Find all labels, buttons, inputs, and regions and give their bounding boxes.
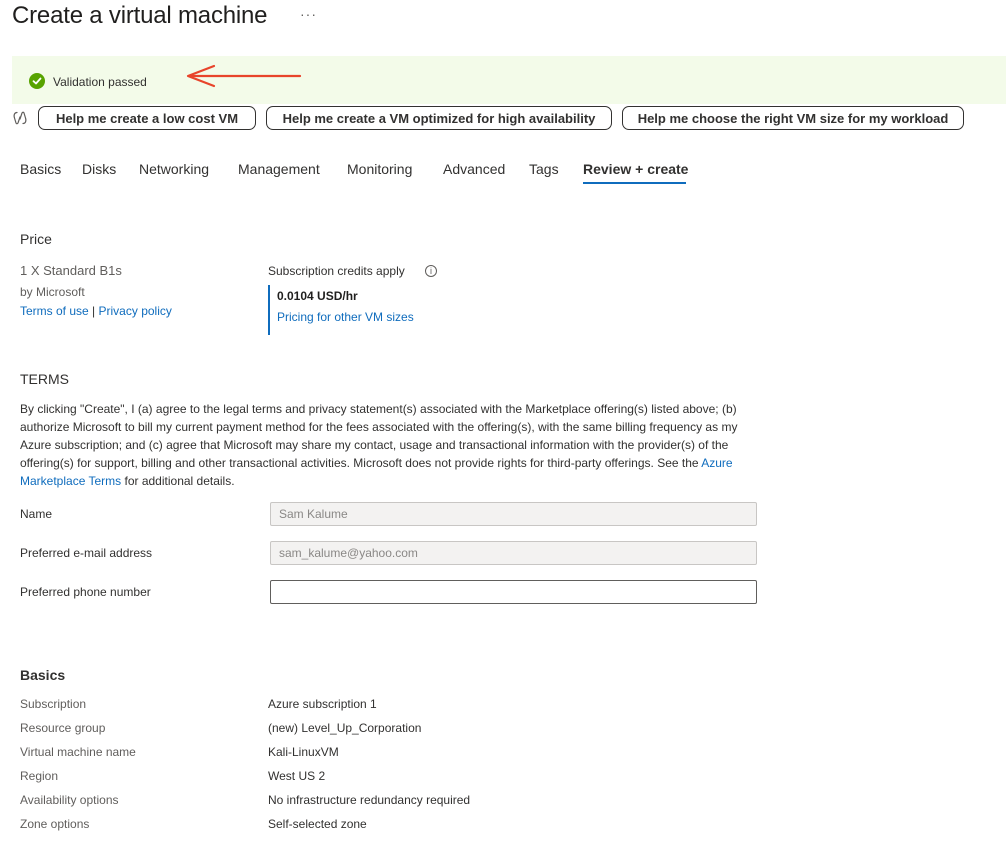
credits-label: Subscription credits apply: [268, 264, 405, 278]
resource-group-value: (new) Level_Up_Corporation: [268, 721, 422, 735]
subscription-value: Azure subscription 1: [268, 697, 377, 711]
tab-disks[interactable]: Disks: [82, 161, 116, 177]
tab-advanced[interactable]: Advanced: [443, 161, 505, 177]
email-label: Preferred e-mail address: [20, 546, 153, 560]
active-tab-indicator: [583, 182, 686, 184]
name-label: Name: [20, 507, 53, 521]
high-availability-vm-button[interactable]: Help me create a VM optimized for high a…: [266, 106, 612, 130]
availability-options-value: No infrastructure redundancy required: [268, 793, 471, 807]
zone-options-label: Zone options: [20, 817, 90, 831]
name-field: [270, 502, 757, 526]
link-separator: |: [92, 304, 96, 318]
phone-field[interactable]: [270, 580, 757, 604]
basics-heading: Basics: [20, 667, 66, 683]
low-cost-vm-button[interactable]: Help me create a low cost VM: [38, 106, 256, 130]
terms-of-use-link[interactable]: Terms of use: [20, 304, 89, 318]
region-value: West US 2: [268, 769, 326, 783]
vm-name-label: Virtual machine name: [20, 745, 136, 759]
price-accent-bar: [268, 285, 270, 335]
tab-networking[interactable]: Networking: [139, 161, 209, 177]
check-circle-icon: [29, 73, 45, 89]
terms-text: By clicking "Create", I (a) agree to the…: [20, 400, 740, 490]
tab-tags[interactable]: Tags: [529, 161, 559, 177]
validation-status-text: Validation passed: [53, 75, 147, 89]
more-options-icon[interactable]: ···: [300, 6, 317, 22]
email-field: [270, 541, 757, 565]
availability-options-label: Availability options: [20, 793, 119, 807]
subscription-label: Subscription: [20, 697, 87, 711]
vm-publisher: by Microsoft: [20, 285, 85, 299]
tab-monitoring[interactable]: Monitoring: [347, 161, 412, 177]
price-links: Terms of use | Privacy policy: [20, 304, 172, 318]
phone-label: Preferred phone number: [20, 585, 151, 599]
info-icon[interactable]: i: [425, 265, 437, 277]
vm-name-value: Kali-LinuxVM: [268, 745, 339, 759]
choose-vm-size-button[interactable]: Help me choose the right VM size for my …: [622, 106, 964, 130]
red-arrow-icon: [186, 64, 302, 88]
terms-body-end: for additional details.: [121, 474, 235, 488]
tab-basics[interactable]: Basics: [20, 161, 61, 177]
price-heading: Price: [20, 231, 52, 247]
vm-product: 1 X Standard B1s: [20, 263, 122, 278]
privacy-policy-link[interactable]: Privacy policy: [99, 304, 172, 318]
price-amount: 0.0104 USD/hr: [277, 289, 358, 303]
terms-body: By clicking "Create", I (a) agree to the…: [20, 402, 738, 470]
zone-options-value: Self-selected zone: [268, 817, 367, 831]
page-title: Create a virtual machine: [12, 2, 268, 29]
terms-heading: TERMS: [20, 371, 69, 387]
resource-group-label: Resource group: [20, 721, 106, 735]
validation-banner: [12, 56, 1006, 104]
tab-management[interactable]: Management: [238, 161, 320, 177]
pricing-other-sizes-link[interactable]: Pricing for other VM sizes: [277, 310, 414, 324]
tab-review-create[interactable]: Review + create: [583, 161, 688, 177]
region-label: Region: [20, 769, 59, 783]
copilot-icon: [13, 111, 27, 125]
